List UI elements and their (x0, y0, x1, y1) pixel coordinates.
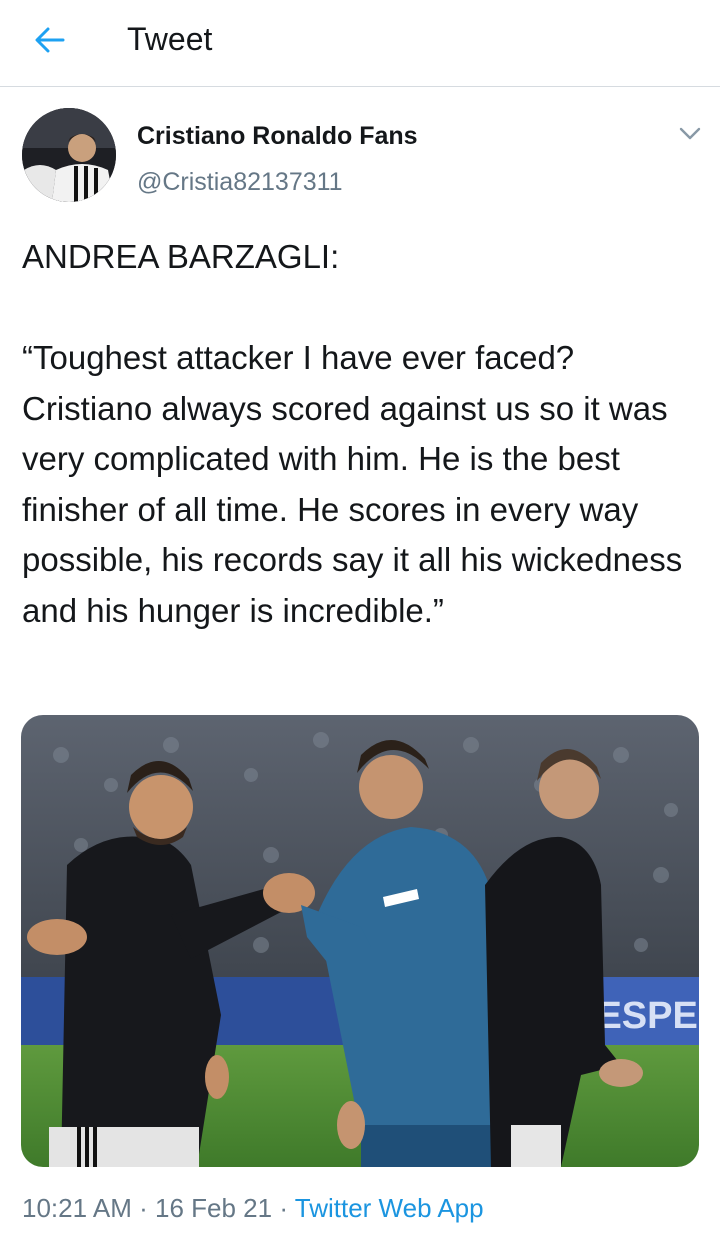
top-bar: Tweet (0, 0, 720, 87)
meta-separator-2: · (279, 1193, 288, 1223)
tweet-header: Cristiano Ronaldo Fans @Cristia82137311 (0, 86, 720, 216)
chevron-down-icon[interactable] (679, 127, 701, 141)
tweet-meta: 10:21 AM · 16 Feb 21 · Twitter Web App (22, 1188, 484, 1228)
author-handle[interactable]: @Cristia82137311 (137, 166, 343, 198)
tweet-text: ANDREA BARZAGLI: “Toughest attacker I ha… (22, 238, 683, 629)
avatar-image (22, 108, 116, 202)
tweet-photo: RESPEC (21, 715, 699, 1167)
back-arrow-icon[interactable] (35, 27, 65, 53)
back-button[interactable] (28, 20, 72, 60)
meta-separator: · (139, 1193, 148, 1223)
avatar[interactable] (22, 108, 116, 202)
page-title: Tweet (127, 21, 213, 57)
author-display-name[interactable]: Cristiano Ronaldo Fans (137, 120, 418, 152)
tweet-time: 10:21 AM (22, 1193, 132, 1223)
tweet-media[interactable]: RESPEC (21, 715, 699, 1167)
more-options-button[interactable] (672, 118, 708, 150)
tweet-source-link[interactable]: Twitter Web App (295, 1193, 484, 1223)
tweet-date: 16 Feb 21 (155, 1193, 273, 1223)
